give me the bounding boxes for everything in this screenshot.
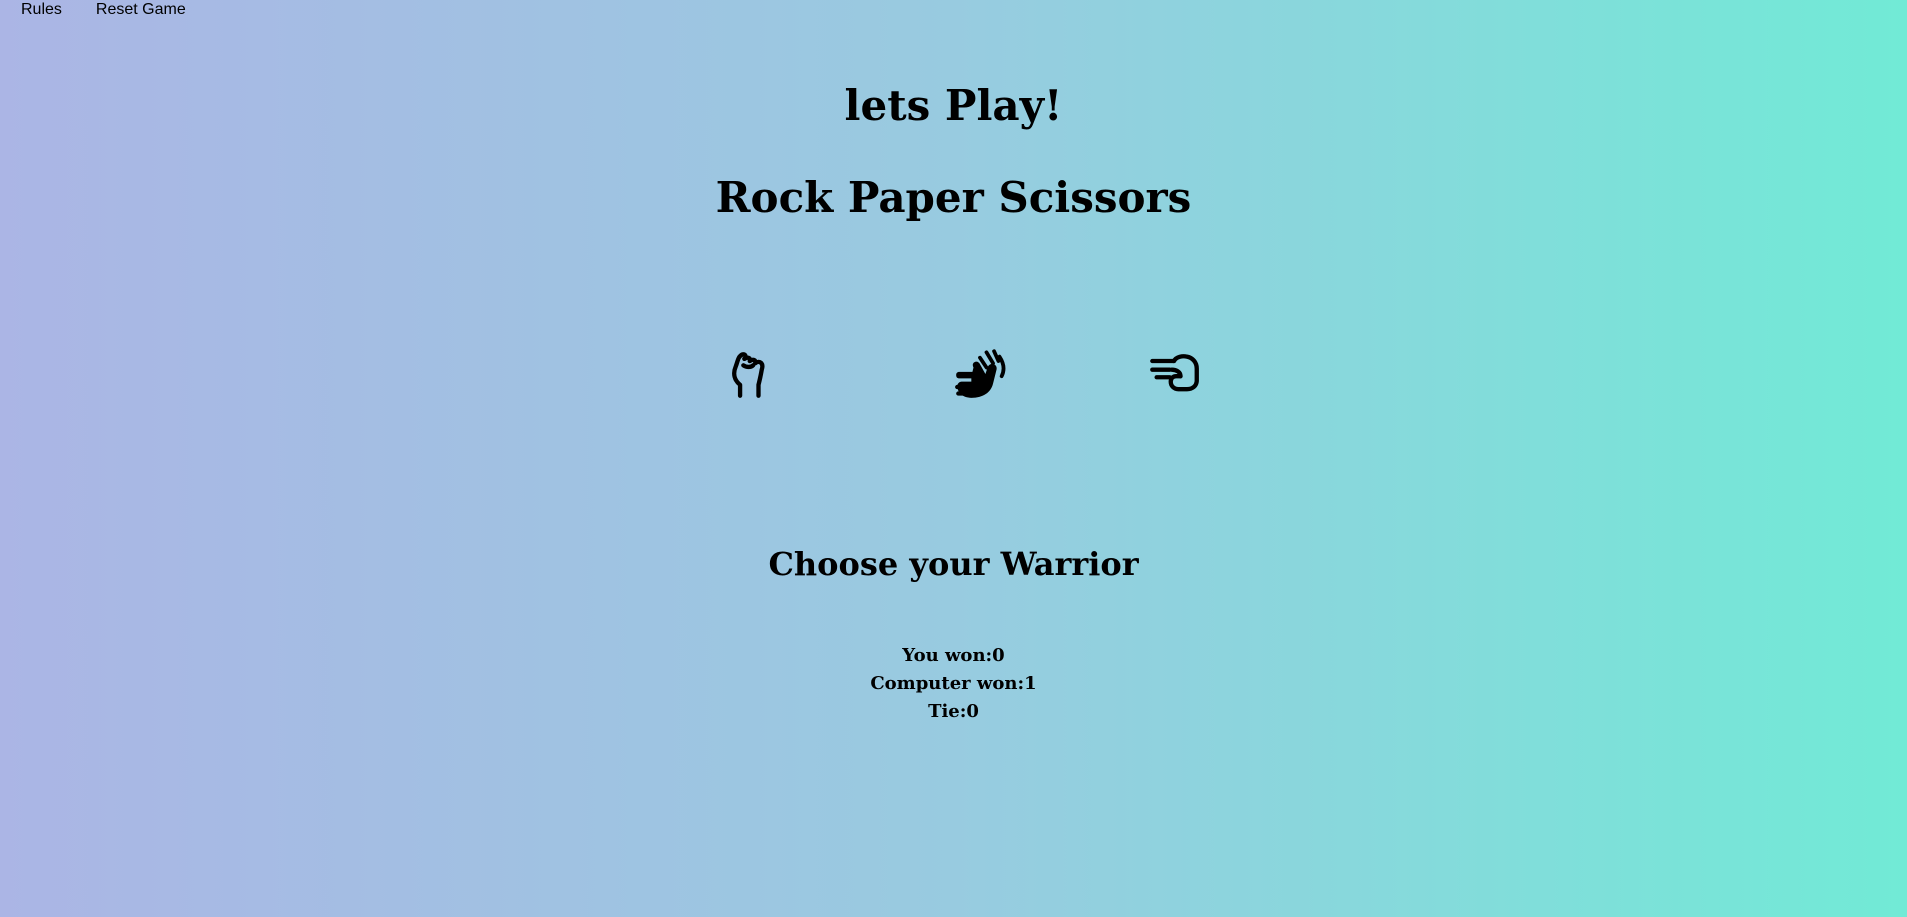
choose-prompt: Choose your Warrior	[768, 545, 1139, 583]
player-score: You won:0	[902, 645, 1005, 666]
top-nav: Rules Reset Game	[0, 0, 201, 36]
pointing-hand-icon	[1150, 354, 1199, 392]
scissors-button[interactable]	[1146, 346, 1202, 402]
choice-row	[0, 346, 1907, 402]
computer-score: Computer won:1	[870, 673, 1037, 694]
open-hand-icon	[955, 349, 1006, 398]
rules-link[interactable]: Rules	[0, 0, 77, 28]
rock-button[interactable]	[724, 346, 780, 402]
game-title: Rock Paper Scissors	[715, 173, 1192, 222]
scoreboard: You won:0 Computer won:1 Tie:0	[0, 642, 1907, 726]
tie-score: Tie:0	[928, 701, 979, 722]
reset-game-link[interactable]: Reset Game	[81, 0, 201, 28]
raised-fist-icon	[732, 352, 765, 398]
paper-button[interactable]	[952, 346, 1008, 402]
play-heading: lets Play!	[844, 81, 1063, 130]
